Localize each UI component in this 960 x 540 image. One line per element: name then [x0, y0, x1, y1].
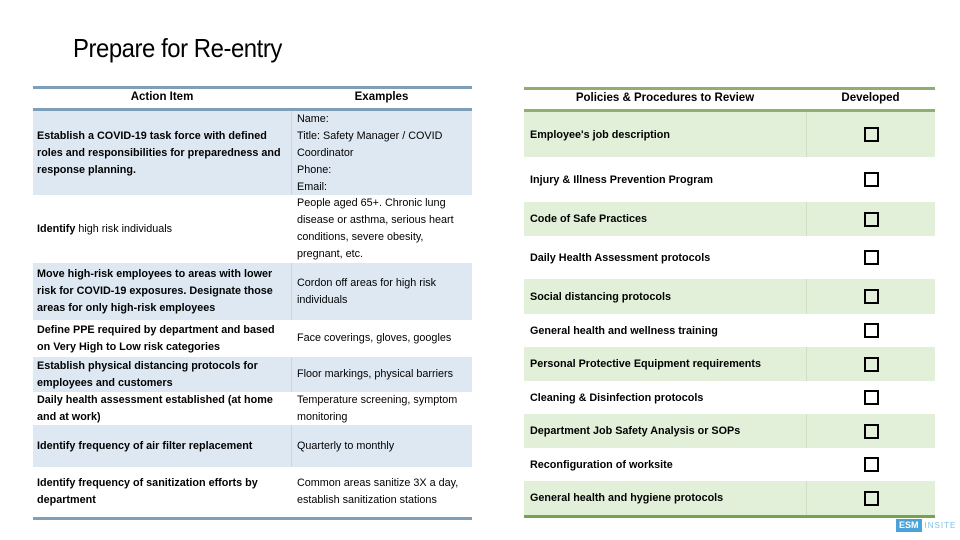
developed-checkbox[interactable] [863, 323, 879, 338]
action-item-cell: Identify frequency of air filter replace… [33, 425, 291, 467]
action-item-cell: Move high-risk employees to areas with l… [33, 263, 291, 320]
developed-checkbox[interactable] [863, 211, 879, 227]
developed-cell [806, 347, 935, 381]
action-table-row: Identify high risk individuals People age… [33, 195, 472, 263]
action-item-text: Identify frequency of air filter replace… [37, 439, 253, 452]
policy-name: Personal Protective Equipment requiremen… [530, 358, 761, 370]
action-item-text: Daily health assessment established (at … [37, 393, 273, 423]
policy-table-row: Cleaning & Disinfection protocols [524, 381, 935, 414]
action-table-row: Define PPE required by department and ba… [33, 320, 472, 357]
action-table-row: Identify frequency of air filter replace… [33, 425, 472, 467]
action-item-text: Identify frequency of sanitization effor… [37, 477, 258, 506]
developed-cell [806, 112, 935, 157]
header-developed: Developed [841, 92, 900, 104]
action-table-row: Establish a COVID-19 task force with def… [33, 111, 472, 195]
examples-cell: Face coverings, gloves, googles [291, 320, 472, 357]
developed-checkbox[interactable] [863, 423, 879, 439]
examples-text: Name: Title: Safety Manager / COVID Coor… [297, 112, 443, 193]
policy-table-row: Reconfiguration of worksite [524, 448, 935, 481]
header-action-item: Action Item [130, 91, 194, 103]
action-item-text: Identify [37, 222, 76, 235]
policies-table: Policies & Procedures to Review Develope… [524, 87, 935, 518]
action-table-row: Identify frequency of sanitization effor… [33, 467, 472, 517]
action-item-cell: Establish physical distancing protocols … [33, 357, 291, 392]
examples-cell: Floor markings, physical barriers [291, 357, 472, 392]
examples-text: Floor markings, physical barriers [297, 368, 454, 380]
policy-name: General health and wellness training [530, 324, 718, 337]
policy-name: Employee's job description [530, 128, 670, 141]
policy-table-row: General health and wellness training [524, 314, 935, 347]
developed-checkbox[interactable] [863, 390, 879, 405]
action-table-header: Action Item Examples [33, 86, 472, 111]
examples-text: Face coverings, gloves, googles [297, 332, 452, 344]
policy-table-row: General health and hygiene protocols [524, 481, 935, 515]
developed-cell [806, 202, 935, 236]
developed-checkbox[interactable] [863, 127, 879, 142]
header-policies: Policies & Procedures to Review [575, 92, 755, 104]
action-items-table: Action Item Examples Establish a COVID-1… [33, 86, 472, 520]
developed-cell [806, 448, 935, 481]
policy-table-row: Department Job Safety Analysis or SOPs [524, 414, 935, 448]
developed-checkbox[interactable] [863, 356, 879, 372]
developed-cell [806, 236, 935, 279]
developed-cell [806, 381, 935, 414]
action-table-row: Daily health assessment established (at … [33, 392, 472, 425]
logo-esm: ESM [896, 519, 922, 532]
action-item-text-regular: high risk individuals [75, 222, 173, 235]
examples-text: Quarterly to monthly [297, 439, 395, 452]
action-item-text: Establish physical distancing protocols … [37, 359, 258, 389]
developed-cell [806, 314, 935, 347]
policy-name: Reconfiguration of worksite [530, 458, 673, 471]
page-title: Prepare for Re-entry [73, 33, 282, 63]
developed-checkbox[interactable] [863, 250, 879, 265]
policy-name: Department Job Safety Analysis or SOPs [530, 425, 741, 437]
developed-cell [806, 157, 935, 202]
logo-insite: INSITE [924, 521, 957, 530]
examples-cell: Name: Title: Safety Manager / COVID Coor… [291, 111, 472, 195]
examples-text: Common areas sanitize 3X a day, establis… [297, 477, 459, 506]
policies-table-bottom-rule [524, 515, 935, 518]
policy-name: Injury & Illness Prevention Program [530, 173, 713, 186]
examples-cell: Common areas sanitize 3X a day, establis… [291, 467, 472, 517]
developed-cell [806, 414, 935, 448]
developed-checkbox[interactable] [863, 490, 879, 506]
action-table-bottom-rule [33, 517, 472, 520]
action-table-row: Establish physical distancing protocols … [33, 357, 472, 392]
developed-checkbox[interactable] [863, 457, 879, 472]
action-item-cell: Identify frequency of sanitization effor… [33, 467, 291, 517]
header-examples: Examples [354, 91, 409, 103]
policy-table-row: Social distancing protocols [524, 279, 935, 314]
action-item-cell: Identify high risk individuals [33, 195, 291, 263]
action-item-text: Move high-risk employees to areas with l… [37, 268, 273, 314]
policy-name: Code of Safe Practices [530, 213, 648, 225]
action-item-text: Define PPE required by department and ba… [37, 323, 275, 353]
action-item-text: Establish a COVID-19 task force with def… [37, 129, 281, 176]
policy-name: Social distancing protocols [530, 290, 671, 303]
examples-cell: Cordon off areas for high risk individua… [291, 263, 472, 320]
action-table-row: Move high-risk employees to areas with l… [33, 263, 472, 320]
examples-cell: Quarterly to monthly [291, 425, 472, 467]
examples-cell: Temperature screening, symptom monitorin… [291, 392, 472, 425]
developed-cell [806, 279, 935, 314]
policy-table-row: Daily Health Assessment protocols [524, 236, 935, 279]
policy-table-row: Personal Protective Equipment requiremen… [524, 347, 935, 381]
policy-table-row: Injury & Illness Prevention Program [524, 157, 935, 202]
developed-cell [806, 481, 935, 515]
policies-table-header: Policies & Procedures to Review Develope… [524, 87, 935, 112]
policy-name: General health and hygiene protocols [530, 492, 724, 504]
action-item-cell: Define PPE required by department and ba… [33, 320, 291, 357]
policy-name: Daily Health Assessment protocols [530, 251, 711, 264]
examples-text: People aged 65+. Chronic lung disease or… [297, 197, 454, 260]
examples-text: Cordon off areas for high risk individua… [297, 276, 437, 306]
policy-table-row: Code of Safe Practices [524, 202, 935, 236]
examples-text: Temperature screening, symptom monitorin… [297, 393, 458, 423]
developed-checkbox[interactable] [863, 172, 879, 187]
policy-table-row: Employee's job description [524, 112, 935, 157]
developed-checkbox[interactable] [863, 289, 879, 304]
policy-name: Cleaning & Disinfection protocols [530, 391, 704, 404]
esm-insite-logo: ESM INSITE [896, 519, 956, 532]
action-item-cell: Daily health assessment established (at … [33, 392, 291, 425]
examples-cell: People aged 65+. Chronic lung disease or… [291, 195, 472, 263]
action-item-cell: Establish a COVID-19 task force with def… [33, 111, 291, 195]
